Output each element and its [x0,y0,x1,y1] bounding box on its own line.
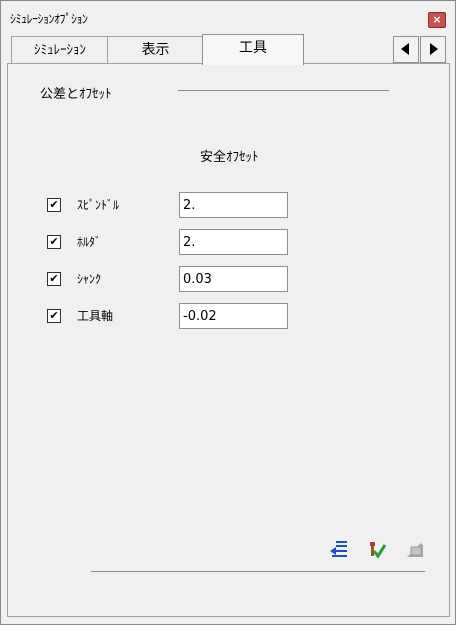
import-list-icon[interactable] [329,539,349,559]
close-button[interactable]: × [428,12,446,28]
apply-check-icon[interactable] [367,539,387,559]
spindle-offset-input[interactable]: 2. [179,192,288,218]
title-bar[interactable]: ｼﾐｭﾚｰｼｮﾝｵﾌﾟｼｮﾝ × [1,1,455,33]
tab-simulation[interactable]: ｼﾐｭﾚｰｼｮﾝ [11,36,109,64]
tab-strip: ｼﾐｭﾚｰｼｮﾝ 表示 工具 [7,34,450,65]
scroll-right-icon [430,43,438,55]
group-title: 公差とｵﾌｾｯﾄ [40,87,112,102]
simulation-options-window: ｼﾐｭﾚｰｼｮﾝｵﾌﾟｼｮﾝ × ｼﾐｭﾚｰｼｮﾝ 表示 工具 公差とｵﾌｾｯﾄ… [0,0,456,625]
holder-checkbox[interactable]: ✔ [47,235,61,249]
spindle-label: ｽﾋﾟﾝﾄﾞﾙ [77,198,120,212]
tab-display[interactable]: 表示 [107,36,204,64]
shank-checkbox[interactable]: ✔ [47,272,61,286]
spindle-checkbox[interactable]: ✔ [47,198,61,212]
safety-offset-title: 安全ｵﾌｾｯﾄ [200,150,259,165]
tab-tool[interactable]: 工具 [202,34,304,65]
tab-scroll-right-button[interactable] [420,36,446,63]
tool-axis-offset-input[interactable]: -0.02 [179,303,288,329]
close-icon: × [432,13,442,26]
tool-axis-checkbox[interactable]: ✔ [47,309,61,323]
scroll-left-icon [401,43,409,55]
holder-offset-input[interactable]: 2. [179,229,288,255]
group-divider [178,90,389,91]
tab-tool-label: 工具 [239,40,267,56]
tab-simulation-label: ｼﾐｭﾚｰｼｮﾝ [34,43,86,58]
window-title: ｼﾐｭﾚｰｼｮﾝｵﾌﾟｼｮﾝ [10,12,88,26]
holder-label: ﾎﾙﾀﾞ [77,235,102,249]
shank-label: ｼｬﾝｸ [77,272,102,286]
tab-scroll-left-button[interactable] [393,36,419,63]
tool-axis-label: 工具軸 [77,309,114,323]
spindle-row: ✔ ｽﾋﾟﾝﾄﾞﾙ 2. [1,192,456,220]
disabled-action-icon [407,543,423,557]
shank-row: ✔ ｼｬﾝｸ 0.03 [1,266,456,294]
holder-row: ✔ ﾎﾙﾀﾞ 2. [1,229,456,257]
shank-offset-input[interactable]: 0.03 [179,266,288,292]
footer-divider [91,571,425,572]
tool-axis-row: ✔ 工具軸 -0.02 [1,303,456,331]
tab-display-label: 表示 [141,42,170,58]
